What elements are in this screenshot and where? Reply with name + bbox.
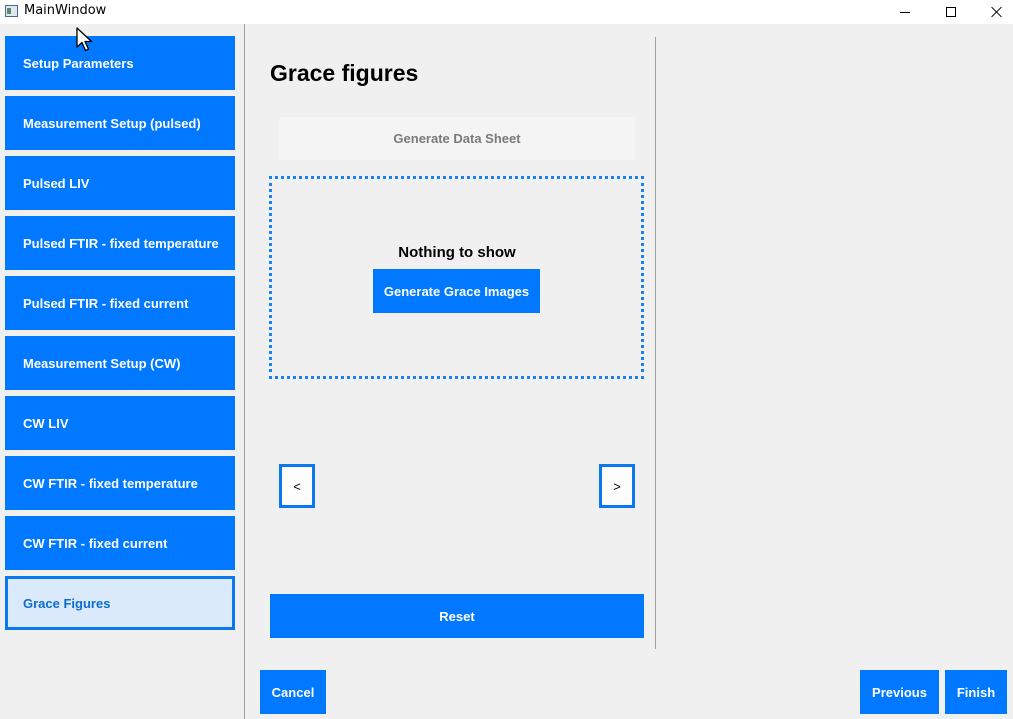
title-bar: MainWindow: [0, 0, 1013, 24]
maximize-icon: [946, 7, 956, 17]
sidebar-item-measurement-setup-pulsed[interactable]: Measurement Setup (pulsed): [5, 96, 235, 150]
close-icon: [991, 6, 1003, 18]
minimize-button[interactable]: [882, 0, 928, 24]
generate-grace-images-button[interactable]: Generate Grace Images: [373, 269, 540, 313]
mouse-cursor-icon: [76, 27, 93, 52]
sidebar-item-label: Measurement Setup (CW): [23, 355, 181, 371]
app-icon: [5, 5, 18, 17]
divider: [655, 37, 656, 649]
sidebar-item-label: Measurement Setup (pulsed): [23, 115, 201, 131]
maximize-button[interactable]: [928, 0, 974, 24]
sidebar-item-pulsed-liv[interactable]: Pulsed LIV: [5, 156, 235, 210]
sidebar-item-cw-ftir-fixed-current[interactable]: CW FTIR - fixed current: [5, 516, 235, 570]
sidebar-item-setup-parameters[interactable]: Setup Parameters: [5, 36, 235, 90]
cancel-label: Cancel: [271, 684, 315, 700]
next-image-label: >: [613, 478, 621, 494]
sidebar-item-label: Pulsed FTIR - fixed current: [23, 295, 189, 311]
sidebar-item-label: Grace Figures: [23, 595, 111, 611]
generate-data-sheet-label: Generate Data Sheet: [393, 131, 521, 146]
sidebar-item-cw-ftir-fixed-temperature[interactable]: CW FTIR - fixed temperature: [5, 456, 235, 510]
previous-image-button[interactable]: <: [279, 464, 315, 508]
reset-button[interactable]: Reset: [270, 594, 644, 638]
sidebar-item-label: CW LIV: [23, 415, 69, 431]
sidebar: Setup Parameters Measurement Setup (puls…: [0, 24, 245, 719]
generate-data-sheet-button[interactable]: Generate Data Sheet: [279, 117, 635, 160]
cancel-button[interactable]: Cancel: [260, 670, 326, 714]
sidebar-item-label: Setup Parameters: [23, 55, 134, 71]
sidebar-item-label: Pulsed LIV: [23, 175, 90, 191]
empty-state-text: Nothing to show: [398, 244, 516, 261]
close-button[interactable]: [974, 0, 1013, 24]
finish-button[interactable]: Finish: [945, 670, 1007, 714]
page-title: Grace figures: [270, 60, 419, 86]
previous-label: Previous: [872, 684, 927, 700]
window-title: MainWindow: [24, 3, 107, 18]
sidebar-item-label: CW FTIR - fixed temperature: [23, 475, 198, 491]
sidebar-item-measurement-setup-cw[interactable]: Measurement Setup (CW): [5, 336, 235, 390]
sidebar-item-pulsed-ftir-fixed-temperature[interactable]: Pulsed FTIR - fixed temperature: [5, 216, 235, 270]
finish-label: Finish: [956, 684, 996, 700]
sidebar-item-cw-liv[interactable]: CW LIV: [5, 396, 235, 450]
sidebar-item-label: Pulsed FTIR - fixed temperature: [23, 235, 219, 251]
sidebar-item-label: CW FTIR - fixed current: [23, 535, 168, 551]
generate-grace-images-label: Generate Grace Images: [383, 283, 530, 299]
previous-image-label: <: [293, 478, 301, 494]
sidebar-item-pulsed-ftir-fixed-current[interactable]: Pulsed FTIR - fixed current: [5, 276, 235, 330]
next-image-button[interactable]: >: [599, 464, 635, 508]
previous-button[interactable]: Previous: [860, 670, 939, 714]
sidebar-item-grace-figures[interactable]: Grace Figures: [5, 576, 235, 630]
reset-label: Reset: [439, 608, 475, 624]
minimize-icon: [900, 11, 910, 13]
